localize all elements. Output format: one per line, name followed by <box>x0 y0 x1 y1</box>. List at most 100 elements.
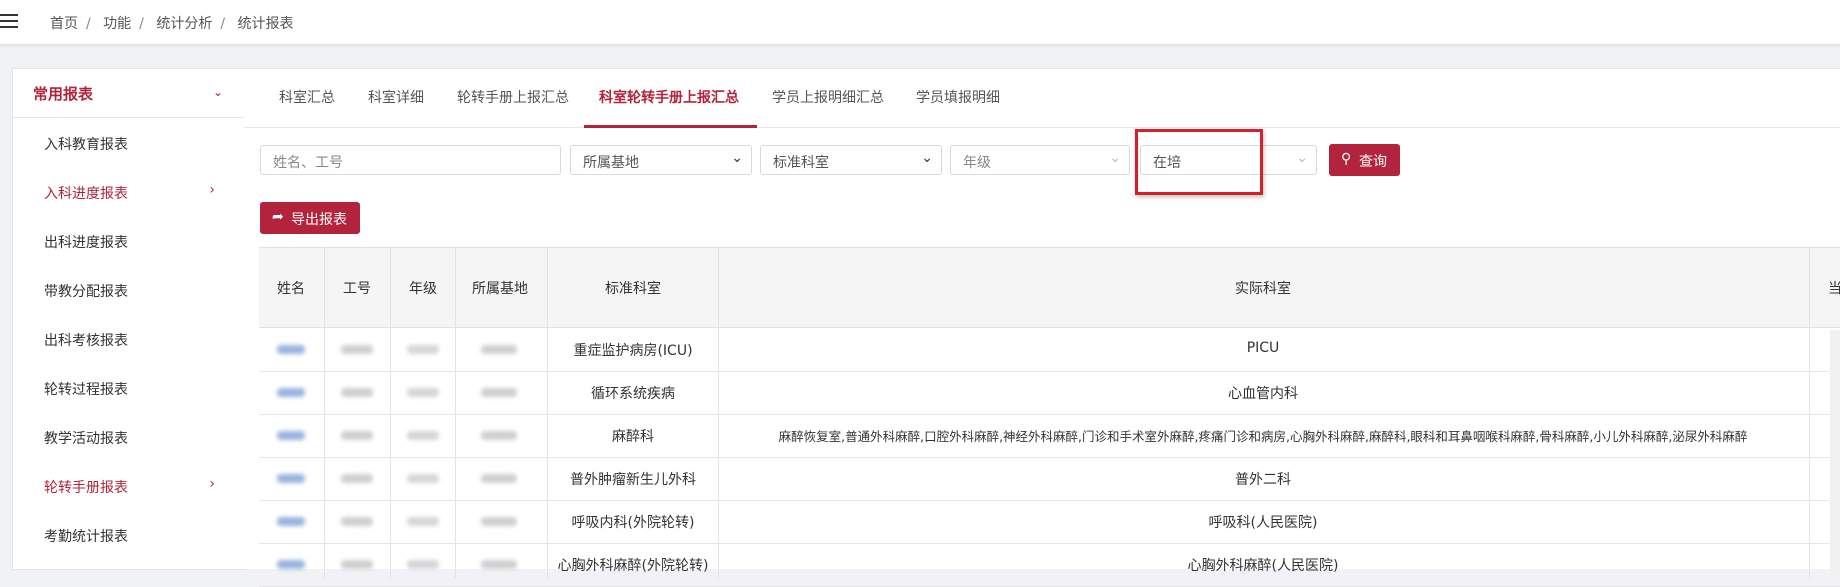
redacted-name <box>277 560 305 569</box>
chevron-right-icon: › <box>209 476 215 492</box>
actual-dept-cell: 麻醉恢复室,普通外科麻醉,口腔外科麻醉,神经外科麻醉,门诊和手术室外麻醉,疼痛门… <box>778 429 1748 444</box>
std-dept-cell: 重症监护病房(ICU) <box>573 343 693 359</box>
tab-dept-manual-summary[interactable]: 科室轮转手册上报汇总 <box>599 87 739 107</box>
sidebar-item-label: 轮转手册报表 <box>44 480 128 496</box>
tab-manual-summary[interactable]: 轮转手册上报汇总 <box>457 87 569 107</box>
base-select[interactable]: 所属基地 ⌄ <box>570 145 752 175</box>
redacted-id <box>341 474 373 483</box>
table-row[interactable]: 重症监护病房(ICU) PICU <box>259 328 1840 372</box>
redacted-name <box>277 431 305 440</box>
redacted-name <box>277 517 305 526</box>
sidebar-item-label: 入科教育报表 <box>44 137 128 153</box>
table-scrollbar[interactable] <box>1830 330 1840 578</box>
dept-select-value: 标准科室 <box>773 155 829 171</box>
redacted-base <box>481 431 517 440</box>
export-button-label: 导出报表 <box>291 212 347 228</box>
redacted-base <box>481 474 517 483</box>
sidebar-item-label: 出科考核报表 <box>44 333 128 349</box>
chevron-down-icon: ⌄ <box>1296 150 1308 166</box>
breadcrumb-function[interactable]: 功能 <box>103 16 131 32</box>
redacted-grade <box>407 431 439 440</box>
sidebar-item-label: 带教分配报表 <box>44 284 128 300</box>
std-dept-cell: 呼吸内科(外院轮转) <box>571 515 695 531</box>
sidebar-item-entry-education[interactable]: 入科教育报表 <box>13 118 245 167</box>
share-arrow-icon: ➦ <box>272 209 284 225</box>
dept-select[interactable]: 标准科室 ⌄ <box>760 145 942 175</box>
chevron-down-icon: ⌄ <box>921 150 933 166</box>
search-icon: ⚲ <box>1341 151 1352 167</box>
redacted-name <box>277 474 305 483</box>
tab-student-report-summary[interactable]: 学员上报明细汇总 <box>772 87 884 107</box>
search-button-label: 查询 <box>1359 154 1387 170</box>
col-id[interactable]: 工号 <box>343 278 371 298</box>
actual-dept-cell: 心胸外科麻醉(人民医院) <box>1187 558 1339 574</box>
breadcrumb-statistics[interactable]: 统计分析 <box>156 16 212 32</box>
col-name[interactable]: 姓名 <box>277 278 305 298</box>
main-panel: 科室汇总 科室详细 轮转手册上报汇总 科室轮转手册上报汇总 学员上报明细汇总 学… <box>244 68 1840 587</box>
std-dept-cell: 普外肿瘤新生儿外科 <box>570 472 696 488</box>
redacted-base <box>481 345 517 354</box>
redacted-grade <box>407 388 439 397</box>
redacted-base <box>481 517 517 526</box>
sidebar-group-title: 常用报表 <box>33 85 94 103</box>
redacted-grade <box>407 345 439 354</box>
actual-dept-cell: 普外二科 <box>1235 472 1291 488</box>
sidebar-item-rotation-manual[interactable]: 轮转手册报表 › <box>13 461 245 510</box>
tab-student-fill-detail[interactable]: 学员填报明细 <box>916 87 1000 107</box>
top-bar: 首页 / 功能 / 统计分析 / 统计报表 <box>0 0 1840 45</box>
table-header: 姓名 工号 年级 所属基地 标准科室 实际科室 当 <box>259 248 1840 328</box>
std-dept-cell: 心胸外科麻醉(外院轮转) <box>557 558 709 574</box>
chevron-right-icon: › <box>209 182 215 198</box>
base-select-value: 所属基地 <box>583 155 639 171</box>
col-current[interactable]: 当 <box>1828 278 1840 298</box>
col-std-dept[interactable]: 标准科室 <box>605 278 661 298</box>
sidebar-item-attendance[interactable]: 考勤统计报表 <box>13 510 245 559</box>
sidebar: 常用报表 ⌄ 入科教育报表 入科进度报表 › 出科进度报表 带教分配报表 出科考核… <box>12 68 246 570</box>
actual-dept-cell: 呼吸科(人民医院) <box>1208 515 1318 531</box>
chevron-down-icon: ⌄ <box>731 150 743 166</box>
search-button[interactable]: ⚲ 查询 <box>1329 144 1400 176</box>
active-tab-indicator <box>584 125 757 128</box>
sidebar-item-exit-progress[interactable]: 出科进度报表 <box>13 216 245 265</box>
table-row[interactable]: 麻醉科 麻醉恢复室,普通外科麻醉,口腔外科麻醉,神经外科麻醉,门诊和手术室外麻醉… <box>259 414 1840 458</box>
sidebar-item-teaching-assignment[interactable]: 带教分配报表 <box>13 265 245 314</box>
sidebar-item-label: 教学活动报表 <box>44 431 128 447</box>
redacted-name <box>277 388 305 397</box>
redacted-base <box>481 388 517 397</box>
tab-bar: 科室汇总 科室详细 轮转手册上报汇总 科室轮转手册上报汇总 学员上报明细汇总 学… <box>244 69 1840 128</box>
sidebar-group-header[interactable]: 常用报表 ⌄ <box>13 69 245 118</box>
redacted-grade <box>407 560 439 569</box>
grade-select[interactable]: 年级 ⌄ <box>950 145 1130 175</box>
table-row[interactable]: 普外肿瘤新生儿外科 普外二科 <box>259 457 1840 501</box>
tab-dept-summary[interactable]: 科室汇总 <box>279 87 335 107</box>
chevron-down-icon: ⌄ <box>212 85 223 99</box>
col-grade[interactable]: 年级 <box>409 278 437 298</box>
redacted-grade <box>407 517 439 526</box>
redacted-grade <box>407 474 439 483</box>
status-highlight-box <box>1135 129 1263 195</box>
redacted-base <box>481 560 517 569</box>
sidebar-item-teaching-activity[interactable]: 教学活动报表 <box>13 412 245 461</box>
col-base[interactable]: 所属基地 <box>472 278 528 298</box>
actual-dept-cell: PICU <box>1246 340 1280 356</box>
grade-select-value: 年级 <box>963 155 991 171</box>
redacted-id <box>341 345 373 354</box>
std-dept-cell: 循环系统疾病 <box>591 386 675 402</box>
redacted-id <box>341 431 373 440</box>
table-row[interactable]: 心胸外科麻醉(外院轮转) 心胸外科麻醉(人民医院) <box>259 543 1840 587</box>
std-dept-cell: 麻醉科 <box>612 429 654 445</box>
breadcrumb-home[interactable]: 首页 <box>50 16 78 32</box>
redacted-name <box>277 345 305 354</box>
sidebar-item-exit-assessment[interactable]: 出科考核报表 <box>13 314 245 363</box>
redacted-id <box>341 560 373 569</box>
col-actual-dept[interactable]: 实际科室 <box>1235 278 1291 298</box>
sidebar-item-rotation-process[interactable]: 轮转过程报表 <box>13 363 245 412</box>
table-row[interactable]: 循环系统疾病 心血管内科 <box>259 371 1840 415</box>
tab-dept-detail[interactable]: 科室详细 <box>368 87 424 107</box>
name-search-input[interactable]: 姓名、工号 <box>260 145 561 175</box>
hamburger-menu-icon[interactable] <box>0 14 18 28</box>
sidebar-item-entry-progress[interactable]: 入科进度报表 › <box>13 167 245 216</box>
name-search-placeholder: 姓名、工号 <box>273 155 343 171</box>
table-row[interactable]: 呼吸内科(外院轮转) 呼吸科(人民医院) <box>259 500 1840 544</box>
export-button[interactable]: ➦ 导出报表 <box>260 202 360 234</box>
